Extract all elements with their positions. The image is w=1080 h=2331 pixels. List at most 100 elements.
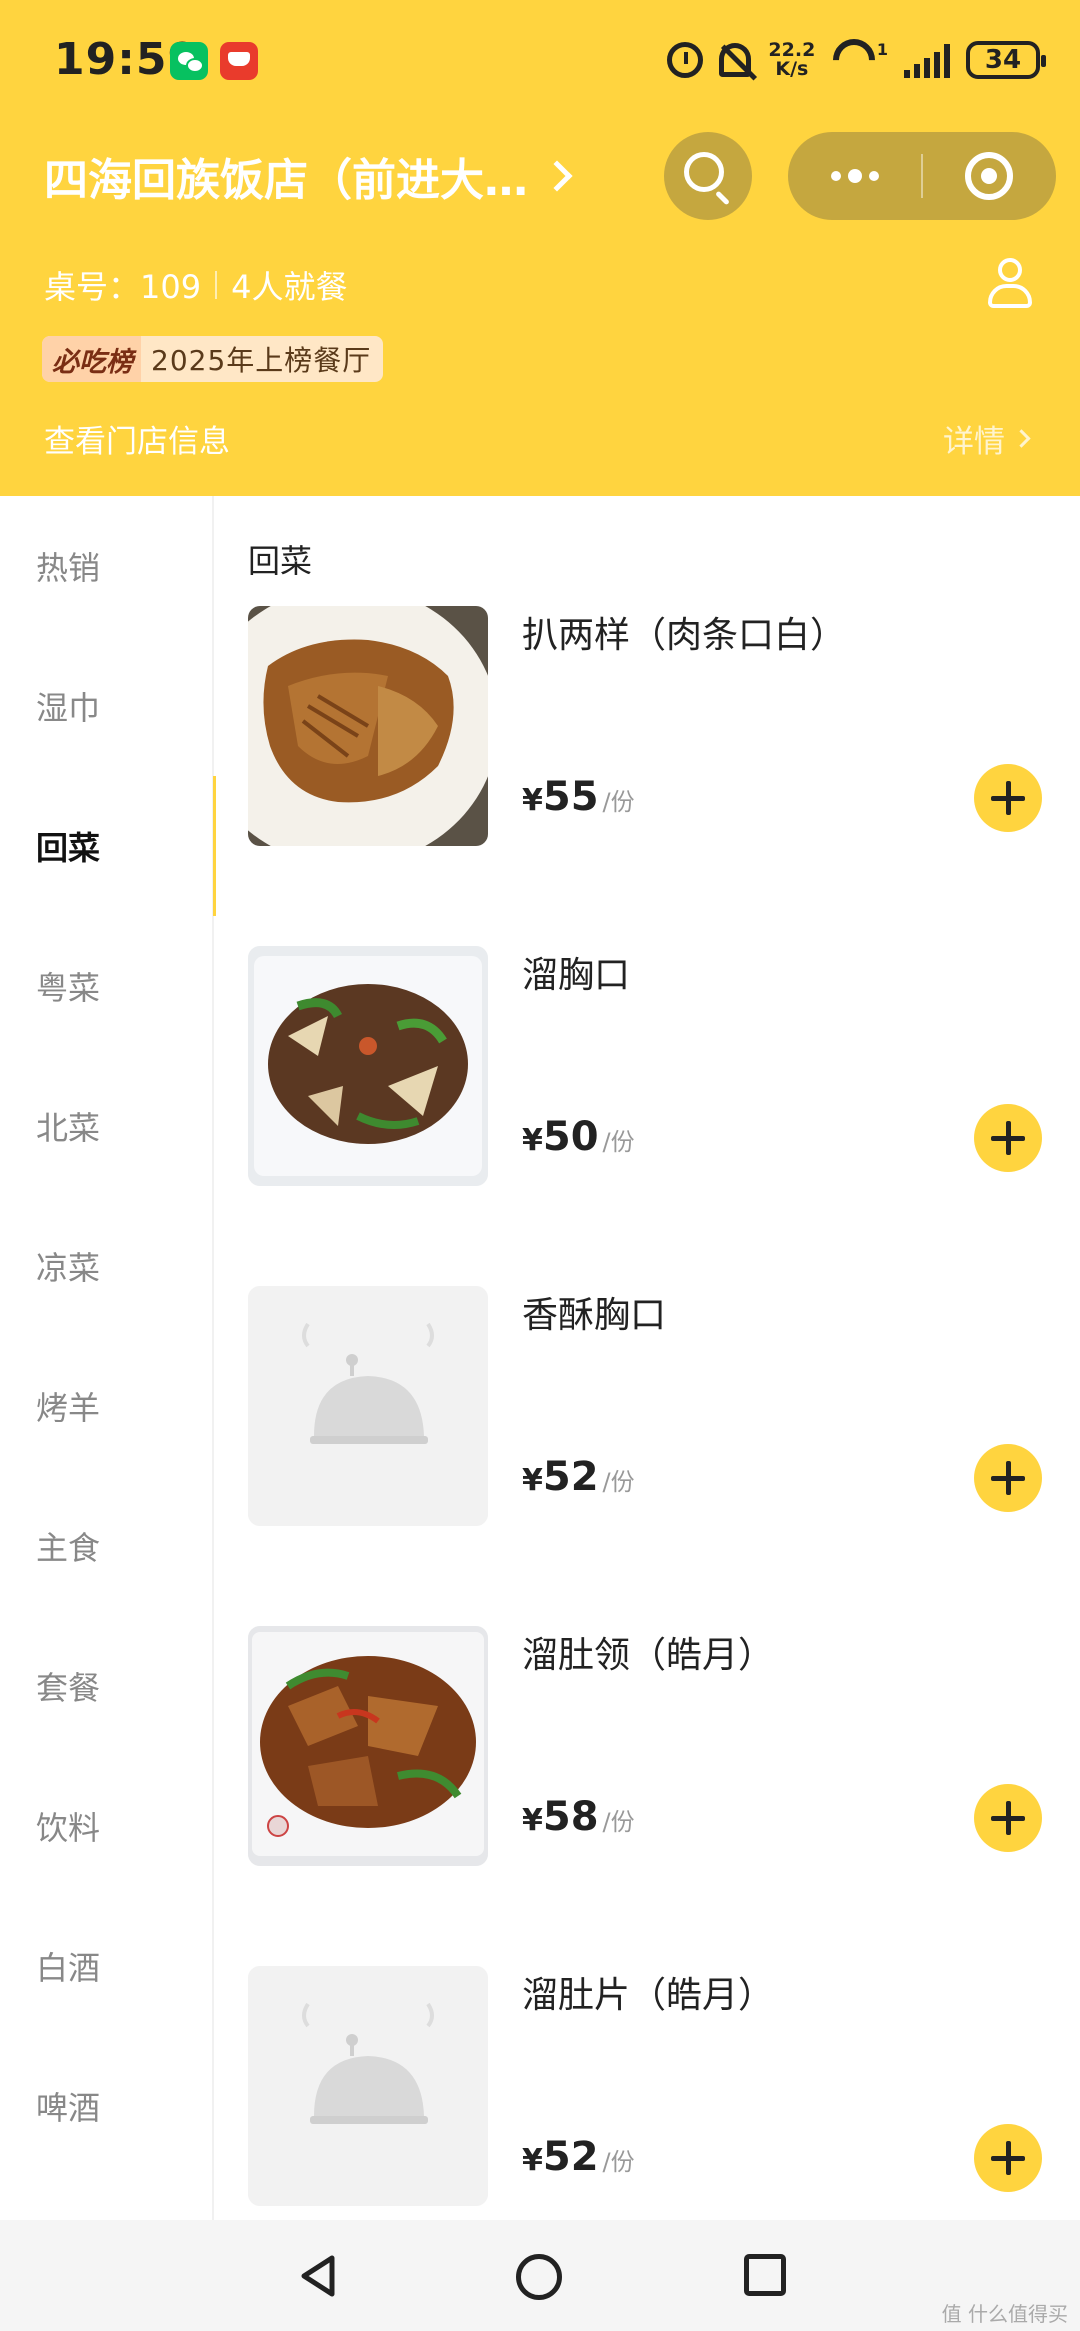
dish-price: ¥ 52 /份 (522, 1454, 635, 1500)
currency-symbol: ¥ (522, 1463, 543, 1498)
price-value: 52 (542, 2134, 599, 2180)
dish-name: 溜胸口 (522, 955, 631, 996)
net-speed: 22.2 K/s (767, 41, 817, 79)
sidebar-item-cantonese[interactable]: 粤菜 (0, 916, 214, 1056)
dish-item[interactable]: 扒两样（肉条口白） ¥ 55 /份 (214, 606, 1080, 906)
sidebar-item-roast-lamb[interactable]: 烤羊 (0, 1336, 214, 1476)
rank-text: 2025年上榜餐厅 (151, 344, 372, 377)
dot-icon (831, 171, 841, 181)
sidebar-item-label: 回菜 (36, 829, 101, 867)
mini-program-capsule (788, 132, 1056, 220)
add-to-cart-button[interactable] (974, 1104, 1042, 1172)
dish-price: ¥ 50 /份 (522, 1114, 635, 1160)
cloche-icon (248, 1966, 488, 2206)
store-info-link[interactable]: 查看门店信息 (44, 416, 230, 461)
price-unit: /份 (602, 1808, 635, 1836)
header: 19:59 22.2 K/s 1 34 四海回族饭店（前进大… 桌号：109 4… (0, 0, 1080, 496)
table-info: 桌号：109 4人就餐 (44, 262, 347, 308)
net-speed-unit: K/s (775, 58, 809, 80)
dish-name: 溜肚领（皓月） (522, 1635, 775, 1676)
sidebar-item-beer[interactable]: 啤酒 (0, 2036, 214, 2176)
price-value: 55 (542, 774, 599, 820)
sidebar-item-label: 啤酒 (36, 2089, 101, 2127)
dish-photo[interactable] (248, 946, 488, 1186)
status-icons: 22.2 K/s 1 34 (666, 30, 1046, 90)
currency-symbol: ¥ (522, 2143, 543, 2178)
dish-name: 溜肚片（皓月） (522, 1975, 775, 2016)
dish-photo-placeholder[interactable] (248, 1966, 488, 2206)
price-value: 58 (542, 1794, 599, 1840)
sidebar-item-staples[interactable]: 主食 (0, 1476, 214, 1616)
add-to-cart-button[interactable] (974, 1784, 1042, 1852)
ranking-badge: 必吃榜 2025年上榜餐厅 (42, 336, 384, 382)
sidebar-item-label: 套餐 (36, 1669, 101, 1707)
divider (215, 271, 218, 299)
sidebar-item-baijiu[interactable]: 白酒 (0, 1896, 214, 2036)
category-sidebar: 热销 湿巾 回菜 粤菜 北菜 凉菜 烤羊 主食 套餐 饮料 白酒 啤酒 (0, 496, 216, 2220)
cloche-icon (248, 1286, 488, 1526)
sidebar-item-drinks[interactable]: 饮料 (0, 1756, 214, 1896)
price-unit: /份 (602, 2148, 635, 2176)
dish-item[interactable]: 溜肚片（皓月） ¥ 52 /份 (214, 1966, 1080, 2220)
status-bar: 19:59 22.2 K/s 1 34 (0, 0, 1080, 120)
price-unit: /份 (602, 1468, 635, 1496)
add-to-cart-button[interactable] (974, 1444, 1042, 1512)
price-value: 50 (542, 1114, 599, 1160)
price-unit: /份 (602, 788, 635, 816)
price-unit: /份 (602, 1128, 635, 1156)
sidebar-item-hot[interactable]: 热销 (0, 496, 214, 636)
sidebar-item-label: 北菜 (36, 1109, 101, 1147)
chevron-right-icon (541, 160, 573, 192)
sidebar-item-cold-dishes[interactable]: 凉菜 (0, 1196, 214, 1336)
dish-price: ¥ 55 /份 (522, 774, 635, 820)
dish-name: 扒两样（肉条口白） (522, 615, 847, 656)
back-icon[interactable] (296, 2254, 340, 2298)
watermark: 值 什么值得买 (941, 2302, 1068, 2326)
battery-level: 34 (984, 45, 1022, 75)
sidebar-item-wipes[interactable]: 湿巾 (0, 636, 214, 776)
signal-icon (904, 42, 950, 78)
table-number: 桌号：109 (44, 268, 202, 306)
diner-count: 4人就餐 (231, 268, 348, 306)
dish-item[interactable]: 溜胸口 ¥ 50 /份 (214, 946, 1080, 1246)
home-icon[interactable] (516, 2254, 562, 2300)
wifi-icon (824, 30, 884, 90)
wechat-notification-icon (170, 42, 208, 80)
more-button[interactable] (788, 132, 922, 220)
store-name: 四海回族饭店（前进大… (44, 155, 528, 206)
dot-icon (848, 169, 862, 183)
details-label: 详情 (943, 424, 1005, 460)
sidebar-item-set-meals[interactable]: 套餐 (0, 1616, 214, 1756)
meituan-notification-icon (220, 42, 258, 80)
dish-list: 回菜 扒两样（肉条口白） ¥ 55 /份 溜胸口 ¥ 50 /份 香酥胸口 ¥ … (214, 496, 1080, 2220)
sidebar-item-northern[interactable]: 北菜 (0, 1056, 214, 1196)
sidebar-item-label: 粤菜 (36, 969, 101, 1007)
sidebar-item-label: 湿巾 (36, 689, 101, 727)
section-title: 回菜 (248, 542, 313, 580)
dot-icon (869, 171, 879, 181)
dish-item[interactable]: 香酥胸口 ¥ 52 /份 (214, 1286, 1080, 1586)
dish-price: ¥ 52 /份 (522, 2134, 635, 2180)
sidebar-item-label: 主食 (36, 1529, 101, 1567)
store-title-link[interactable]: 四海回族饭店（前进大… (44, 140, 573, 212)
dish-photo-placeholder[interactable] (248, 1286, 488, 1526)
search-button[interactable] (664, 132, 752, 220)
dish-item[interactable]: 溜肚领（皓月） ¥ 58 /份 (214, 1626, 1080, 1926)
details-link[interactable]: 详情 (943, 416, 1031, 461)
wifi-label: 1 (876, 39, 888, 59)
sidebar-item-label: 饮料 (36, 1809, 101, 1847)
dish-price: ¥ 58 /份 (522, 1794, 635, 1840)
currency-symbol: ¥ (522, 1803, 543, 1838)
dish-photo[interactable] (248, 1626, 488, 1866)
alarm-icon (666, 42, 703, 78)
sidebar-item-label: 热销 (36, 549, 101, 587)
system-navigation-bar (0, 2220, 1080, 2331)
add-to-cart-button[interactable] (974, 2124, 1042, 2192)
add-to-cart-button[interactable] (974, 764, 1042, 832)
sidebar-item-hui-cuisine[interactable]: 回菜 (0, 776, 216, 916)
price-value: 52 (542, 1454, 599, 1500)
user-icon[interactable] (986, 258, 1034, 310)
dish-photo[interactable] (248, 606, 488, 846)
close-mini-program-button[interactable] (922, 132, 1056, 220)
recent-apps-icon[interactable] (744, 2254, 786, 2296)
